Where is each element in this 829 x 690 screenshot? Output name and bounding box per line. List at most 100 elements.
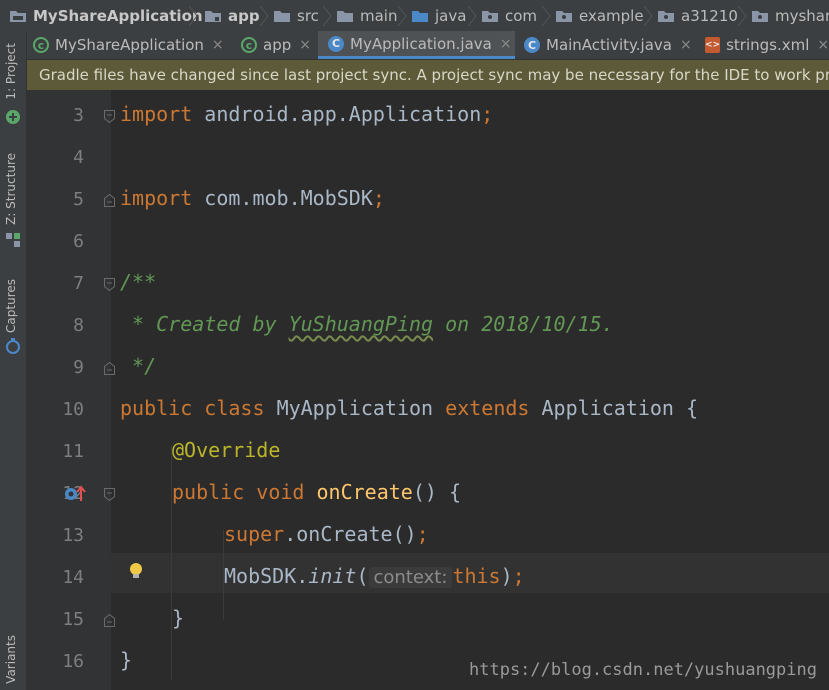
package-icon [752, 10, 768, 22]
breadcrumb-label: a31210 [681, 6, 738, 25]
code-line-14: MobSDK.init(context: this); [224, 564, 525, 588]
breadcrumb-label: java [435, 6, 467, 25]
breadcrumb-item-project[interactable]: MyShareApplication [10, 0, 203, 31]
code-line-7: /** [120, 270, 156, 294]
tab-strings-xml[interactable]: <> strings.xml × [705, 31, 829, 59]
code-line-8: * Created by YuShuangPing on 2018/10/15. [120, 312, 614, 336]
code-line-12: public void onCreate() { [172, 480, 461, 504]
semicolon: ; [512, 564, 525, 588]
tool-window-stripe: 1: Project Z: Structure Captures Variant… [0, 31, 27, 690]
source-folder-icon [412, 10, 428, 22]
close-icon[interactable]: × [680, 37, 692, 53]
method-call: init [308, 564, 357, 588]
parent-class-name: Application [541, 396, 674, 420]
notification-text: Gradle files have changed since last pro… [39, 66, 829, 84]
code-text: com.mob.MobSDK [192, 186, 373, 210]
structure-tool-button[interactable]: Z: Structure [4, 153, 18, 225]
project-tool-button[interactable]: 1: Project [4, 43, 18, 100]
line-number: 5 [73, 189, 84, 210]
breadcrumb-item-app[interactable]: app [205, 0, 260, 31]
keyword: public [120, 396, 193, 420]
breadcrumb-item-com[interactable]: com [482, 0, 537, 31]
comment: on 2018/10/15. [433, 312, 614, 336]
paren: ( [356, 564, 369, 588]
parameter-hint: context: [368, 567, 453, 588]
keyword: import [120, 102, 193, 126]
override-method-icon[interactable] [64, 485, 86, 503]
close-icon[interactable]: × [212, 37, 224, 53]
tab-myapplication-java[interactable]: C MyApplication.java × [318, 31, 515, 59]
gradle-sync-notification: Gradle files have changed since last pro… [27, 60, 829, 90]
line-number: 14 [62, 567, 84, 588]
captures-tool-button[interactable]: Captures [4, 279, 18, 333]
line-number: 15 [62, 609, 84, 630]
comment-author: YuShuangPing [288, 312, 434, 336]
annotation: @Override [172, 438, 281, 462]
tool-label: Variants [4, 635, 18, 684]
close-icon[interactable]: × [500, 36, 512, 52]
project-folder-icon [10, 10, 26, 22]
keyword: class [204, 396, 265, 420]
breadcrumb-separator-icon [737, 6, 747, 26]
tab-label: MyApplication.java [350, 34, 492, 53]
tab-myshareapplication-gradle[interactable]: c MyShareApplication × [33, 31, 233, 59]
code-text: android.app.Application [192, 102, 482, 126]
breadcrumb-item-a31210[interactable]: a31210 [658, 0, 738, 31]
code-text: .onCreate() [284, 522, 417, 546]
code-line-9: */ [120, 354, 156, 378]
line-number: 10 [62, 399, 84, 420]
build-variants-tool-button[interactable]: Variants [4, 635, 18, 684]
breadcrumb-separator-icon [541, 6, 551, 26]
brace: { [686, 396, 699, 420]
breadcrumb-item-src[interactable]: src [274, 0, 319, 31]
breadcrumb-item-main[interactable]: main [337, 0, 397, 31]
breadcrumb-label: myshare [775, 6, 829, 25]
class-name: MyApplication [276, 396, 434, 420]
tab-mainactivity-java[interactable]: C MainActivity.java × [524, 31, 696, 59]
keyword: extends [445, 396, 530, 420]
gradle-icon: c [33, 37, 49, 53]
tab-label: app [263, 36, 292, 54]
breadcrumb-label: main [360, 6, 398, 25]
breadcrumb-separator-icon [188, 6, 198, 26]
breadcrumb-item-example[interactable]: example [556, 0, 644, 31]
package-icon [556, 10, 572, 22]
line-number: 16 [62, 651, 84, 672]
breadcrumb-label: com [505, 6, 538, 25]
folder-icon [274, 10, 290, 22]
code-line-11: @Override [172, 438, 280, 462]
code-line-3: import android.app.Application; [120, 102, 493, 126]
breadcrumb-label: example [579, 6, 644, 25]
comment: * Created by [120, 312, 289, 336]
comment: */ [120, 354, 157, 378]
code-line-16: } [120, 648, 132, 672]
line-number: 13 [62, 525, 84, 546]
breadcrumb-separator-icon [397, 6, 407, 26]
breadcrumb-item-myshare[interactable]: myshare [752, 0, 829, 31]
editor-tab-bar: c MyShareApplication × c app × C MyAppli… [0, 31, 829, 60]
lightbulb-icon[interactable] [129, 562, 143, 580]
method-name: onCreate [316, 480, 413, 504]
tab-app-gradle[interactable]: c app × [241, 31, 317, 59]
code-line-5: import com.mob.MobSDK; [120, 186, 385, 210]
breadcrumb-label: app [228, 6, 260, 25]
java-class-icon: C [328, 35, 344, 52]
comment: /** [120, 270, 157, 294]
code-line-10: public class MyApplication extends Appli… [120, 396, 698, 420]
line-number: 11 [62, 441, 84, 462]
close-icon[interactable]: × [299, 37, 311, 53]
tool-label: Captures [4, 279, 18, 333]
keyword: void [256, 480, 305, 504]
folder-icon [337, 10, 353, 22]
structure-icon [6, 233, 20, 247]
code-line-15: } [172, 606, 184, 630]
navigation-breadcrumb: MyShareApplication app src main java com… [0, 0, 829, 32]
close-icon[interactable]: × [817, 37, 829, 53]
breadcrumb-item-java[interactable]: java [412, 0, 466, 31]
editor-gutter[interactable]: 3 4 5 6 7 8 9 10 11 12 13 14 15 16 [27, 90, 115, 690]
code-editor[interactable]: import android.app.Application; import c… [111, 90, 829, 690]
breadcrumb-label: MyShareApplication [33, 6, 203, 25]
watermark-text: https://blog.csdn.net/yushuangping [469, 660, 817, 680]
code-text: () { [412, 480, 462, 504]
semicolon: ; [372, 186, 385, 210]
